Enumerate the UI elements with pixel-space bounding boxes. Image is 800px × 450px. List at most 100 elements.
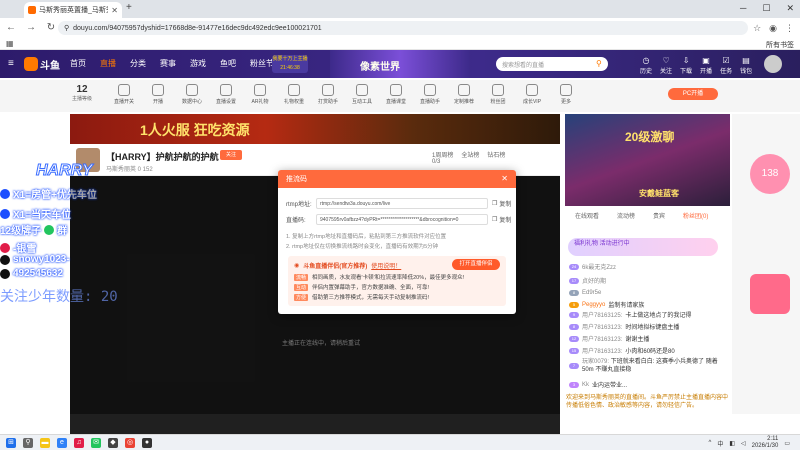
fan-icon — [492, 84, 504, 96]
wechat-icon[interactable]: ✉ — [91, 438, 101, 448]
browser-tab[interactable]: 马斯秀丽英置播_马斯秀丽 ✕ — [24, 2, 122, 18]
close-icon[interactable]: ✕ — [501, 174, 508, 183]
download-button[interactable]: ⇩ 下载 — [680, 56, 692, 75]
tool-ar-gift[interactable]: AR礼物 — [246, 84, 274, 105]
tool-start[interactable]: 开播 — [144, 84, 172, 105]
obs-icon[interactable]: ● — [142, 438, 152, 448]
douyu-logo[interactable]: 斗鱼 — [24, 56, 60, 72]
volume-icon[interactable]: ◁ — [741, 440, 746, 447]
header-banner[interactable]: 像素世界 — [330, 50, 470, 78]
overlay-line-4: -银雪 — [0, 240, 36, 255]
history-button[interactable]: ◷ 历史 — [640, 56, 652, 75]
tool-interaction[interactable]: 互动工具 — [348, 84, 376, 105]
edge-icon[interactable]: e — [57, 438, 67, 448]
netease-music-icon[interactable]: ♫ — [74, 438, 84, 448]
profile-icon[interactable]: ◉ — [769, 23, 777, 34]
kebab-menu-icon[interactable]: ⋮ — [785, 23, 794, 34]
side-badge[interactable]: 138 — [750, 154, 790, 194]
room-title: 【HARRY】护航护航的护航 — [106, 152, 219, 162]
site-info-icon[interactable]: ⚲ — [64, 24, 69, 32]
chrome-icon[interactable]: ◎ — [125, 438, 135, 448]
all-station-rank[interactable]: 全站榜 — [461, 150, 479, 165]
back-icon[interactable]: ← — [4, 22, 18, 33]
overlay-line-5: snowy1023- — [0, 254, 70, 265]
search-input[interactable]: 搜索想看的直播 ⚲ — [496, 57, 608, 71]
right-promo-banner[interactable]: 20级激聊 安戴鲑蓝客 — [565, 114, 730, 206]
search-icon[interactable]: ⚲ — [23, 438, 33, 448]
browser-toolbar: ☆ ◉ ⋮ — [753, 23, 794, 34]
main-nav: 首页 直播 分类 赛事 游戏 鱼吧 粉丝节 — [70, 58, 274, 69]
minimize-icon[interactable]: ─ — [740, 3, 746, 14]
open-tool-button[interactable]: 打开直播伴侣 — [452, 259, 500, 270]
network-icon[interactable]: ◧ — [729, 440, 735, 447]
interaction-icon — [356, 84, 368, 96]
file-explorer-icon[interactable]: ▬ — [40, 438, 50, 448]
tool-classroom[interactable]: 直播课堂 — [382, 84, 410, 105]
follow-button[interactable]: 关注 — [220, 150, 242, 160]
stream-key-field[interactable] — [316, 214, 488, 225]
input-language[interactable]: 中 — [717, 439, 723, 448]
nav-live[interactable]: 直播 — [100, 58, 116, 69]
tool-more[interactable]: 更多 — [552, 84, 580, 105]
week-rank[interactable]: 1周周榜 0/3 — [432, 150, 453, 165]
tab-vip[interactable]: 贵宾 — [653, 211, 665, 220]
maximize-icon[interactable]: ☐ — [762, 3, 770, 14]
forward-icon[interactable]: → — [24, 22, 38, 33]
new-tab-icon[interactable]: + — [126, 2, 132, 13]
notification-icon[interactable]: ▭ — [784, 440, 790, 447]
tool-assistant[interactable]: 直播助手 — [416, 84, 444, 105]
promo-countdown[interactable]: 我要十万上主播 21:46:38 — [272, 55, 308, 73]
side-gift-badge[interactable] — [750, 274, 790, 314]
modal-tips: 1. 复制上方rtmp地址和直播码后，粘贴到第三方推流软件对应位置 2. rtm… — [286, 234, 447, 250]
tool-gift-weight[interactable]: 礼物权重 — [280, 84, 308, 105]
windows-start-icon[interactable]: ⊞ — [6, 438, 16, 448]
tool-recommend[interactable]: 定制推荐 — [450, 84, 478, 105]
wallet-button[interactable]: ▤ 钱包 — [740, 56, 752, 75]
url-input[interactable]: ⚲ douyu.com/94075957dyshid=17668d8e-9147… — [58, 21, 748, 35]
user-avatar[interactable] — [764, 55, 782, 73]
window-close-icon[interactable]: ✕ — [786, 3, 794, 14]
tab-fan-club[interactable]: 粉丝团(0) — [683, 211, 708, 220]
rtmp-address-field[interactable] — [316, 198, 488, 209]
anchor-toolbar: 12 主播等级 直播开关 开播 数据中心 直播设置 AR礼物 礼物权重 打赏助手… — [0, 80, 800, 112]
follow-list-button[interactable]: ♡ 关注 — [660, 56, 672, 75]
close-icon[interactable]: ✕ — [111, 6, 118, 15]
tab-online[interactable]: 在线观看 — [575, 211, 599, 220]
tab-flow-rank[interactable]: 流动榜 — [617, 211, 635, 220]
system-tray: ^ 中 ◧ ◁ 2:11 2026/1/30 ▭ — [708, 436, 790, 450]
copy-rtmp-button[interactable]: ❐ 复制 — [492, 199, 511, 208]
hamburger-menu-icon[interactable]: ≡ — [8, 58, 14, 69]
tool-settings[interactable]: 直播设置 — [212, 84, 240, 105]
nav-games[interactable]: 游戏 — [190, 58, 206, 69]
usage-guide-link[interactable]: 使用说明！ — [371, 261, 401, 270]
nav-category[interactable]: 分类 — [130, 58, 146, 69]
pc-live-button[interactable]: PC开播 — [668, 88, 718, 100]
diamond-rank[interactable]: 钻石榜 — [487, 150, 505, 165]
tool-fan-club[interactable]: 粉丝团 — [484, 84, 512, 105]
tool-tip-assistant[interactable]: 打赏助手 — [314, 84, 342, 105]
star-icon[interactable]: ☆ — [753, 23, 761, 34]
tool-data-center[interactable]: 数据中心 — [178, 84, 206, 105]
start-stream-button[interactable]: ▣ 开播 — [700, 56, 712, 75]
clock[interactable]: 2:11 2026/1/30 — [752, 436, 779, 450]
tool-stream-switch[interactable]: 直播开关 — [110, 84, 138, 105]
nav-yuba[interactable]: 鱼吧 — [220, 58, 236, 69]
nav-home[interactable]: 首页 — [70, 58, 86, 69]
all-bookmarks[interactable]: 所有书签 — [766, 40, 794, 50]
chevron-up-icon[interactable]: ^ — [708, 440, 711, 446]
copy-key-button[interactable]: ❐ 复制 — [492, 215, 511, 224]
apps-grid-icon[interactable]: ▦ — [6, 39, 14, 48]
gift-activity-banner[interactable]: 福利礼物 活动进行中 — [568, 238, 718, 256]
tasks-button[interactable]: ☑ 任务 — [720, 56, 732, 75]
tool-vip[interactable]: 成长VIP — [518, 84, 546, 105]
ad-banner[interactable]: 1人火服 狂吃资源 — [70, 114, 560, 144]
search-icon[interactable]: ⚲ — [596, 59, 606, 69]
reload-icon[interactable]: ↻ — [44, 22, 58, 33]
nav-events[interactable]: 赛事 — [160, 58, 176, 69]
more-icon — [560, 84, 572, 96]
nav-fan-festival[interactable]: 粉丝节 — [250, 58, 274, 69]
anchor-level[interactable]: 12 主播等级 — [72, 84, 92, 102]
taskbar-apps: ⊞ ⚲ ▬ e ♫ ✉ ◆ ◎ ● — [6, 438, 152, 448]
game-icon[interactable]: ◆ — [108, 438, 118, 448]
far-right-rail: 138 — [732, 114, 800, 414]
